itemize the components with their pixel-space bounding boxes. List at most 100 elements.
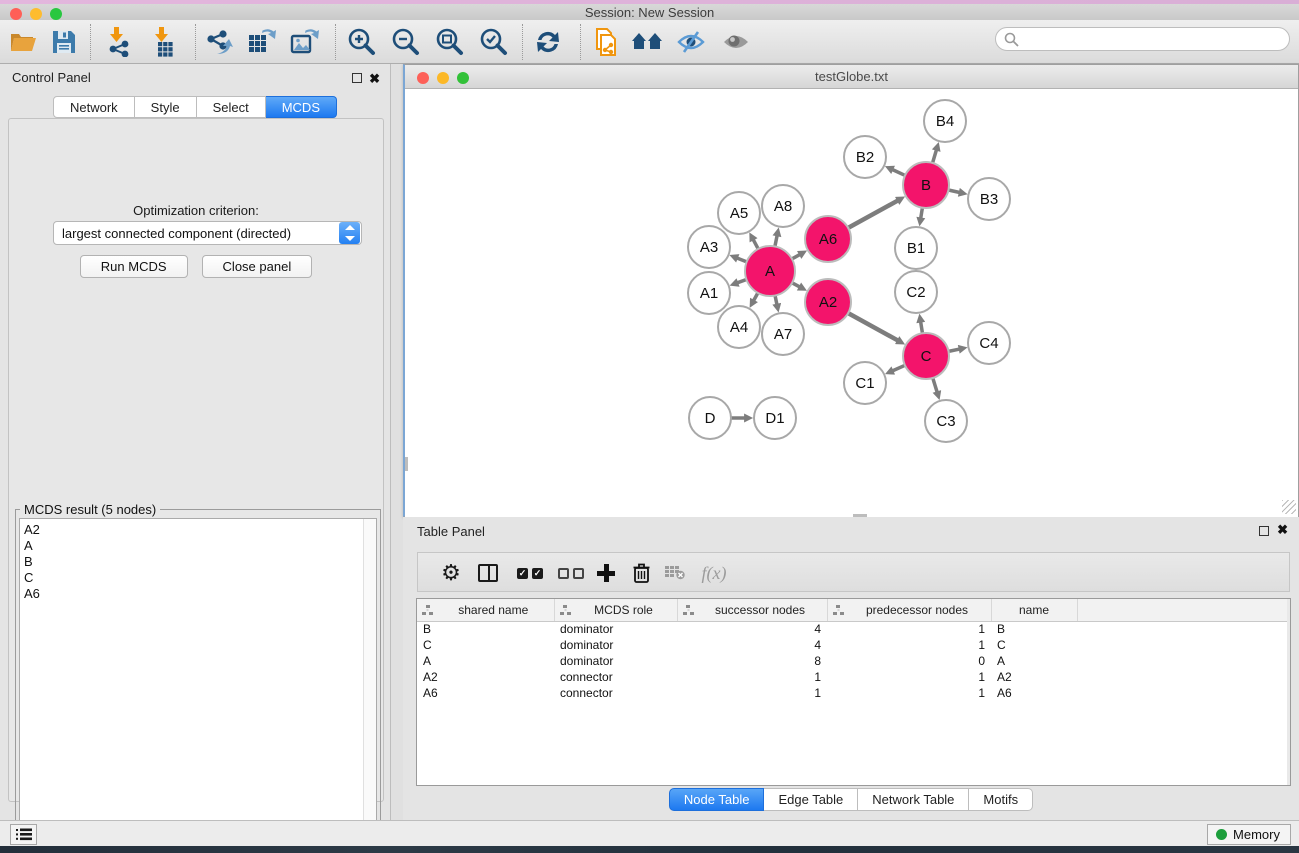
table-row[interactable]: Adominator 80 A: [417, 653, 1291, 669]
resize-grip[interactable]: [1282, 500, 1296, 514]
mcds-tab-content: Optimization criterion: largest connecte…: [8, 118, 384, 802]
search-box[interactable]: [995, 27, 1290, 51]
zoom-selected-button[interactable]: [475, 24, 511, 60]
import-table-button[interactable]: [147, 24, 183, 60]
mcds-result-group: MCDS result (5 nodes) A2 A B C A6: [15, 509, 381, 852]
tab-network[interactable]: Network: [53, 96, 135, 118]
export-image-icon: [289, 27, 319, 57]
hierarchy-icon: [683, 605, 694, 615]
export-network-button[interactable]: [200, 24, 236, 60]
table-row[interactable]: A2connector 11 A2: [417, 669, 1291, 685]
zoom-fit-button[interactable]: [431, 24, 467, 60]
tab-motifs[interactable]: Motifs: [969, 788, 1033, 811]
window-title: Session: New Session: [0, 5, 1299, 20]
column-header-mcds-role[interactable]: MCDS role: [554, 599, 677, 621]
graph-node-label: B: [921, 177, 931, 194]
clone-network-button[interactable]: [588, 24, 624, 60]
graph-edge-C-C3[interactable]: [933, 378, 937, 392]
task-history-button[interactable]: [10, 824, 37, 845]
open-session-button[interactable]: [6, 24, 42, 60]
save-session-button[interactable]: [46, 24, 82, 60]
graph-edge-A-A4[interactable]: [754, 293, 758, 301]
delete-column-button[interactable]: [626, 553, 656, 593]
tab-style[interactable]: Style: [135, 96, 197, 118]
graph-edge-A-A5[interactable]: [753, 239, 758, 248]
graph-edge-A-A2[interactable]: [792, 283, 800, 287]
hierarchy-icon: [560, 605, 571, 615]
graph-edge-B-B4[interactable]: [933, 150, 937, 163]
memory-button[interactable]: Memory: [1207, 824, 1291, 845]
tab-network-table[interactable]: Network Table: [858, 788, 969, 811]
add-column-button[interactable]: [591, 553, 621, 593]
deselect-all-button[interactable]: [554, 553, 588, 593]
table-row[interactable]: Cdominator 41 C: [417, 637, 1291, 653]
network-graph[interactable]: B4B2BB3A5A8A6A3B1AA1C2A2A4A7C4CC1C3DD1: [405, 89, 1297, 517]
close-panel-button-inner[interactable]: Close panel: [202, 255, 313, 278]
select-all-button[interactable]: ✓✓: [513, 553, 547, 593]
float-table-panel-button[interactable]: [1259, 523, 1269, 541]
graph-edge-A-A7[interactable]: [775, 295, 777, 304]
list-item[interactable]: B: [24, 554, 376, 570]
run-mcds-button[interactable]: Run MCDS: [80, 255, 188, 278]
table-row[interactable]: Bdominator 41 B: [417, 621, 1291, 637]
clone-network-icon: [591, 27, 621, 57]
tab-node-table[interactable]: Node Table: [669, 788, 765, 811]
float-panel-button[interactable]: [352, 71, 362, 86]
graph-edge-A6-B[interactable]: [848, 200, 898, 227]
home-button[interactable]: [629, 24, 665, 60]
table-row[interactable]: A6connector 11 A6: [417, 685, 1291, 701]
graph-node-label: D1: [765, 410, 784, 427]
graph-edge-A-A8[interactable]: [775, 235, 777, 246]
column-header-successor-nodes[interactable]: successor nodes: [677, 599, 827, 621]
refresh-button[interactable]: [530, 24, 566, 60]
tab-select[interactable]: Select: [197, 96, 266, 118]
export-table-button[interactable]: [243, 24, 279, 60]
zoom-out-button[interactable]: [387, 24, 423, 60]
export-image-button[interactable]: [286, 24, 322, 60]
show-columns-button[interactable]: [473, 553, 503, 593]
import-network-button[interactable]: [102, 24, 138, 60]
graph-node-label: B3: [980, 191, 998, 208]
column-header-predecessor-nodes[interactable]: predecessor nodes: [827, 599, 991, 621]
titlebar[interactable]: Session: New Session: [0, 4, 1299, 20]
graph-edge-A-A1[interactable]: [737, 279, 746, 282]
table-scrollbar[interactable]: [1287, 599, 1290, 785]
list-item[interactable]: A: [24, 538, 376, 554]
graph-edge-A2-C[interactable]: [848, 313, 898, 340]
close-panel-button[interactable]: ✖: [369, 71, 380, 87]
delete-table-button[interactable]: [660, 553, 690, 593]
list-scrollbar[interactable]: [363, 519, 376, 847]
trash-icon: [633, 563, 650, 583]
show-panels-button[interactable]: [718, 24, 754, 60]
hide-panels-button[interactable]: [673, 24, 709, 60]
network-window-titlebar[interactable]: testGlobe.txt: [405, 65, 1298, 89]
tab-mcds[interactable]: MCDS: [266, 96, 337, 118]
vertical-scroll-stub[interactable]: [405, 457, 408, 471]
network-canvas[interactable]: B4B2BB3A5A8A6A3B1AA1C2A2A4A7C4CC1C3DD1: [405, 89, 1298, 517]
graph-edge-C-C2[interactable]: [921, 322, 923, 334]
graph-edge-B-B3[interactable]: [948, 190, 959, 193]
optimization-criterion-dropdown[interactable]: largest connected component (directed): [53, 221, 362, 245]
zoom-in-button[interactable]: [343, 24, 379, 60]
graph-edge-A-A6[interactable]: [792, 254, 800, 258]
toolbar-separator: [522, 24, 523, 60]
close-table-panel-button[interactable]: ✖: [1277, 522, 1288, 538]
tab-edge-table[interactable]: Edge Table: [764, 788, 858, 811]
table-settings-button[interactable]: ⚙: [436, 553, 466, 593]
graph-edge-A-A3[interactable]: [737, 258, 747, 262]
graph-edge-C-C4[interactable]: [949, 349, 960, 351]
column-header-name[interactable]: name: [991, 599, 1077, 621]
control-panel: Control Panel ✖ Network Style Select MCD…: [0, 64, 391, 820]
graph-edge-C-C1[interactable]: [892, 365, 905, 371]
list-item[interactable]: C: [24, 570, 376, 586]
graph-edge-B-B1[interactable]: [921, 208, 923, 219]
list-item[interactable]: A6: [24, 586, 376, 602]
graph-edge-B-B2[interactable]: [892, 170, 905, 176]
search-input[interactable]: [1019, 32, 1289, 47]
float-icon: [352, 73, 362, 83]
column-header-shared-name[interactable]: shared name: [417, 599, 554, 621]
function-builder-button[interactable]: f(x): [696, 553, 732, 593]
node-table[interactable]: shared name MCDS role successor nodes pr…: [416, 598, 1291, 786]
list-item[interactable]: A2: [24, 522, 376, 538]
mcds-result-list[interactable]: A2 A B C A6: [19, 518, 377, 848]
